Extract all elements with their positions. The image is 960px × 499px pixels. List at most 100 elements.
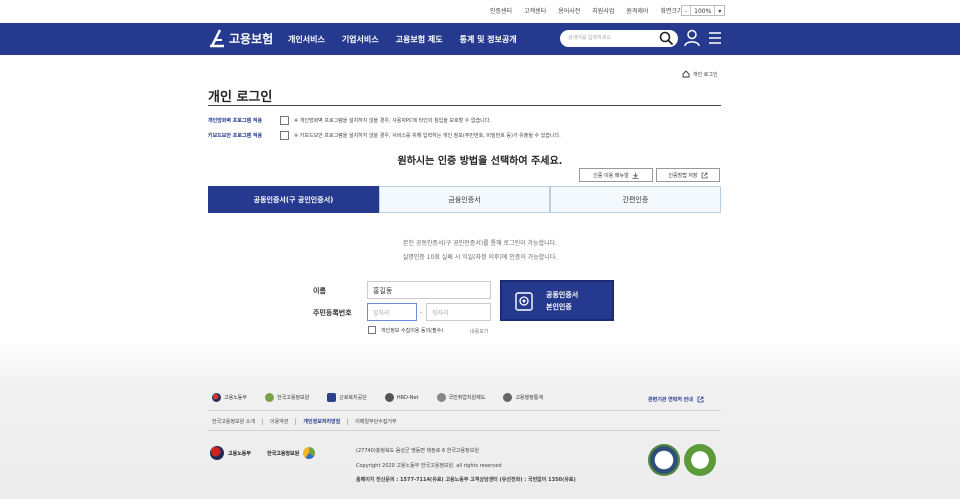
cert-button-text: 공동인증서 본인인증 — [546, 289, 578, 313]
util-link-screensize: 화면크기 — [660, 8, 683, 15]
footer-org-logos: 고용노동부 한국고용정보원 — [210, 446, 316, 460]
logo-icon — [210, 29, 224, 48]
wa-certification-badge-icon — [684, 444, 716, 476]
comwel-logo-icon — [327, 393, 337, 402]
keyboard-security-option: 키보드보안 프로그램 적용 ※ 키보드보안 프로그램을 설치하지 않을 경우, … — [208, 131, 561, 140]
site-logo[interactable]: 고용보험 — [208, 28, 273, 48]
family-site-label: 고용행정통계 — [515, 395, 543, 401]
hrdnet-logo-icon — [384, 393, 394, 402]
breadcrumb-current: 개인 로그인 — [693, 71, 718, 78]
family-site-comwel[interactable]: 근로복지공단 — [327, 393, 367, 402]
name-input[interactable]: 홍길동 — [367, 281, 491, 299]
family-site-employment-support[interactable]: 국민취업지원제도 — [436, 393, 486, 402]
rrn-dash: - — [420, 309, 423, 316]
menu-statistics[interactable]: 통계 및 정보공개 — [460, 34, 517, 45]
menu-system[interactable]: 고용보험 제도 — [396, 34, 443, 45]
firewall-checkbox[interactable] — [280, 116, 289, 125]
keyboard-security-note: ※ 키보드보안 프로그램을 설치하지 않을 경우, 서비스를 위해 입력하는 개… — [294, 133, 561, 139]
manual-button[interactable]: 인증 이용 매뉴얼 — [579, 168, 653, 182]
guide-button-label: 인증방법 저장 — [668, 172, 698, 179]
family-site-label: 한국고용정보원 — [277, 395, 310, 401]
user-icon[interactable] — [684, 29, 700, 47]
breadcrumb: 개인 로그인 — [682, 70, 718, 78]
title-divider — [208, 105, 721, 106]
keyboard-security-label: 키보드보안 프로그램 적용 — [208, 133, 263, 139]
external-link-icon — [697, 396, 704, 403]
related-agencies-label: 관련기관 연락처 안내 — [648, 397, 693, 403]
consent-view-link[interactable]: 내용보기 — [470, 328, 488, 335]
zoom-control: - 100% ▾ — [681, 5, 726, 16]
footer-link-privacy[interactable]: 개인정보처리방침 — [295, 418, 347, 425]
footer-address: (27740)충청북도 음성군 맹동면 태정로 6 한국고용정보원 — [356, 448, 479, 454]
info-line-2: 실명인증 10회 실패 시 익일(자정 이후)에 인증이 가능합니다. — [402, 254, 558, 261]
firewall-option: 개인방화벽 프로그램 적용 ※ 개인방화벽 프로그램을 설치하지 않을 경우, … — [208, 116, 491, 125]
family-site-label: 고용노동부 — [224, 395, 248, 401]
manual-button-label: 인증 이용 매뉴얼 — [593, 172, 629, 179]
zoom-minus-button[interactable]: - — [682, 6, 690, 15]
rrn-label: 주민등록번호 — [313, 309, 352, 317]
footer-divider — [208, 430, 721, 431]
family-site-label: HRD-Net — [396, 394, 419, 401]
moel-logo-icon — [212, 393, 221, 402]
search-input[interactable]: 검색어를 입력하세요 — [560, 30, 678, 47]
home-icon[interactable] — [682, 70, 690, 78]
external-link-icon — [701, 172, 707, 178]
consent-row: 개인정보 수집이용 동의(필수) — [368, 326, 443, 334]
family-sites: 고용노동부 한국고용정보원 근로복지공단 HRD-Net 국민취업지원제도 고용… — [212, 393, 543, 402]
certificate-icon — [515, 291, 533, 311]
util-link-support[interactable]: 지원사업 — [592, 6, 614, 15]
utility-links: 인증센터 고객센터 용어사전 지원사업 원격제어 화면크기 — [490, 6, 683, 15]
auth-tabs: 공동인증서(구 공인인증서) 금융인증서 간편인증 — [208, 186, 721, 213]
footer-agency: 한국고용정보원 — [267, 450, 300, 457]
tab-simple-auth[interactable]: 간편인증 — [550, 186, 721, 213]
keis-emblem-icon — [303, 447, 316, 459]
zoom-value: 100% — [690, 6, 714, 15]
employment-support-logo-icon — [436, 393, 446, 402]
footer-link-terms[interactable]: 이용약관 — [262, 418, 295, 425]
family-site-label: 국민취업지원제도 — [448, 395, 486, 401]
tab-financial-certificate[interactable]: 금융인증서 — [379, 186, 550, 213]
cert-button-line1: 공동인증서 — [546, 290, 579, 299]
footer-divider — [208, 410, 721, 411]
consent-label: 개인정보 수집이용 동의(필수) — [381, 327, 444, 334]
main-menu: 개인서비스 기업서비스 고용보험 제도 통계 및 정보공개 — [288, 34, 517, 45]
page: 인증센터 고객센터 용어사전 지원사업 원격제어 화면크기 - 100% ▾ 고… — [0, 0, 960, 499]
util-link-help[interactable]: 고객센터 — [524, 6, 546, 15]
footer-link-email-refusal[interactable]: 이메일무단수집거부 — [347, 418, 403, 425]
page-title: 개인 로그인 — [208, 90, 273, 105]
main-nav-bar: 고용보험 개인서비스 기업서비스 고용보험 제도 통계 및 정보공개 검색어를 … — [0, 23, 960, 55]
tab-joint-certificate[interactable]: 공동인증서(구 공인인증서) — [208, 186, 379, 213]
family-site-label: 근로복지공단 — [339, 395, 367, 401]
family-site-moel[interactable]: 고용노동부 — [212, 393, 247, 402]
footer-links: 한국고용정보원 소개 이용약관 개인정보처리방침 이메일무단수집거부 — [212, 418, 404, 425]
moel-emblem-icon — [210, 446, 224, 460]
related-agencies-link[interactable]: 관련기관 연락처 안내 — [648, 396, 704, 403]
footer-contacts: 홈페이지 전산문의 : 1577-7114(유료) 고용노동부 고객상담센터 (… — [356, 477, 576, 483]
info-line-1: 본인 공동인증서(구 공인인증서)를 통해 로그인이 가능합니다. — [402, 240, 558, 247]
keyboard-security-checkbox[interactable] — [280, 131, 289, 140]
family-site-statistics[interactable]: 고용행정통계 — [503, 393, 543, 402]
family-site-keis[interactable]: 한국고용정보원 — [265, 393, 309, 402]
auth-method-heading: 원하시는 인증 방법을 선택하여 주세요. — [397, 156, 563, 167]
util-link-cert[interactable]: 인증센터 — [490, 6, 512, 15]
util-link-glossary[interactable]: 용어사전 — [558, 6, 580, 15]
rrn-front-input[interactable]: 앞자리 — [367, 303, 417, 321]
menu-personal[interactable]: 개인서비스 — [288, 34, 325, 45]
family-site-hrdnet[interactable]: HRD-Net — [384, 393, 419, 402]
footer-link-about[interactable]: 한국고용정보원 소개 — [212, 418, 262, 425]
consent-checkbox[interactable] — [368, 326, 376, 334]
hamburger-menu-icon[interactable] — [708, 31, 722, 45]
guide-button[interactable]: 인증방법 저장 — [656, 168, 720, 182]
rrn-back-input[interactable]: 뒷자리 — [426, 303, 491, 321]
zoom-dropdown-button[interactable]: ▾ — [714, 6, 724, 15]
util-link-remote[interactable]: 원격제어 — [626, 6, 648, 15]
keis-logo-icon — [265, 393, 275, 402]
name-label: 이름 — [313, 287, 326, 295]
search-placeholder: 검색어를 입력하세요 — [568, 35, 611, 41]
menu-business[interactable]: 기업서비스 — [342, 34, 379, 45]
footer-ministry: 고용노동부 — [228, 450, 252, 457]
logo-text: 고용보험 — [229, 31, 274, 46]
utility-bar: 인증센터 고객센터 용어사전 지원사업 원격제어 화면크기 - 100% ▾ — [0, 0, 960, 22]
search-icon[interactable] — [659, 31, 674, 46]
joint-cert-auth-button[interactable]: 공동인증서 본인인증 — [500, 280, 614, 321]
